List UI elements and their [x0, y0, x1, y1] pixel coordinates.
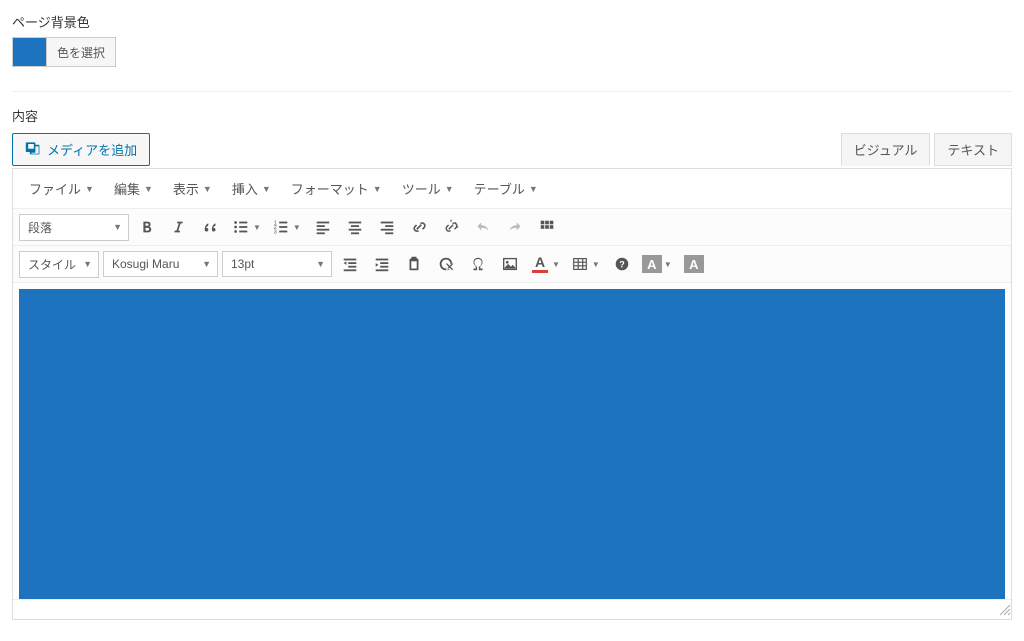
tab-text[interactable]: テキスト — [934, 133, 1012, 166]
menu-insert[interactable]: 挿入▼ — [224, 175, 279, 202]
content-label: 内容 — [12, 106, 1012, 125]
toolbar-toggle-button[interactable] — [533, 213, 561, 241]
editor-menubar: ファイル▼ 編集▼ 表示▼ 挿入▼ フォーマット▼ ツール▼ テーブル▼ — [13, 169, 1011, 209]
svg-text:3: 3 — [274, 229, 277, 235]
italic-button[interactable] — [165, 213, 193, 241]
bullet-list-button[interactable]: ▼ — [229, 213, 265, 241]
toolbar-row-2: スタイル▼ Kosugi Maru▼ 13pt▼ A ▼ ▼ ? A ▼ A — [13, 246, 1011, 283]
svg-text:?: ? — [619, 260, 625, 270]
unlink-button[interactable] — [437, 213, 465, 241]
indent-button[interactable] — [368, 250, 396, 278]
editor-footer — [13, 599, 1011, 619]
color-swatch[interactable] — [12, 37, 46, 67]
media-icon — [25, 140, 41, 159]
text-color-button[interactable]: A ▼ — [528, 250, 564, 278]
menu-format[interactable]: フォーマット▼ — [283, 175, 390, 202]
editor-content-area[interactable] — [19, 289, 1005, 599]
menu-file[interactable]: ファイル▼ — [21, 175, 102, 202]
color-picker-row: 色を選択 — [12, 37, 1012, 67]
toolbar-row-1: 段落▼ ▼ 123 ▼ — [13, 209, 1011, 246]
block-format-select[interactable]: 段落▼ — [19, 214, 129, 241]
menu-tools[interactable]: ツール▼ — [394, 175, 462, 202]
editor-tabs: ビジュアル テキスト — [841, 133, 1012, 166]
highlight-color-button[interactable]: A ▼ — [640, 250, 676, 278]
font-select[interactable]: Kosugi Maru▼ — [103, 251, 218, 277]
paste-button[interactable] — [400, 250, 428, 278]
add-media-label: メディアを追加 — [47, 140, 137, 159]
blockquote-button[interactable] — [197, 213, 225, 241]
table-insert-button[interactable]: ▼ — [568, 250, 604, 278]
resize-handle-icon[interactable] — [997, 602, 1011, 619]
special-char-button[interactable] — [464, 250, 492, 278]
media-tabs-row: メディアを追加 ビジュアル テキスト — [12, 133, 1012, 166]
divider — [12, 91, 1012, 92]
style-select[interactable]: スタイル▼ — [19, 251, 99, 278]
add-media-button[interactable]: メディアを追加 — [12, 133, 150, 166]
background-highlight-button[interactable]: A — [680, 250, 708, 278]
align-right-button[interactable] — [373, 213, 401, 241]
image-button[interactable] — [496, 250, 524, 278]
menu-edit[interactable]: 編集▼ — [106, 175, 161, 202]
bold-button[interactable] — [133, 213, 161, 241]
menu-view[interactable]: 表示▼ — [165, 175, 220, 202]
menu-table[interactable]: テーブル▼ — [466, 175, 546, 202]
outdent-button[interactable] — [336, 250, 364, 278]
tab-visual[interactable]: ビジュアル — [841, 133, 931, 166]
font-size-select[interactable]: 13pt▼ — [222, 251, 332, 277]
align-center-button[interactable] — [341, 213, 369, 241]
redo-button[interactable] — [501, 213, 529, 241]
numbered-list-button[interactable]: 123 ▼ — [269, 213, 305, 241]
page-bgcolor-label: ページ背景色 — [12, 12, 1012, 31]
undo-button[interactable] — [469, 213, 497, 241]
clear-formatting-button[interactable] — [432, 250, 460, 278]
help-button[interactable]: ? — [608, 250, 636, 278]
select-color-button[interactable]: 色を選択 — [46, 37, 116, 67]
editor-container: ファイル▼ 編集▼ 表示▼ 挿入▼ フォーマット▼ ツール▼ テーブル▼ 段落▼… — [12, 168, 1012, 620]
align-left-button[interactable] — [309, 213, 337, 241]
link-button[interactable] — [405, 213, 433, 241]
